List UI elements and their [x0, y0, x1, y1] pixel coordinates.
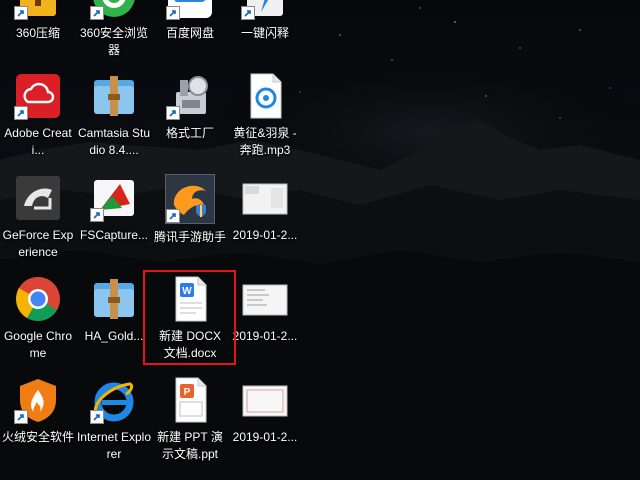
screenshot-thumbnail-icon	[241, 376, 289, 424]
creative-cloud-icon	[14, 72, 62, 120]
shortcut-arrow-icon	[90, 208, 104, 222]
desktop-icon-geforce-experience[interactable]: GeForce Experience	[0, 172, 76, 273]
desktop-icon-label: 腾讯手游助手	[153, 230, 226, 244]
shortcut-arrow-icon	[14, 6, 28, 20]
desktop-icon-label: Adobe Creati...	[4, 126, 72, 157]
desktop-icon-label: 2019-01-2...	[232, 329, 298, 343]
desktop-icon-label: 360压缩	[15, 26, 61, 40]
desktop-icon-adobe-creative-cloud[interactable]: Adobe Creati...	[0, 70, 76, 171]
shortcut-arrow-icon	[90, 410, 104, 424]
desktop-icon-label: 格式工厂	[165, 126, 214, 140]
desktop-icon-label: 360安全浏览器	[79, 26, 149, 57]
shortcut-arrow-icon	[90, 6, 104, 20]
svg-text:P: P	[184, 387, 191, 398]
shortcut-arrow-icon	[166, 106, 180, 120]
desktop-icon-screenshot-2[interactable]: 2019-01-2...	[227, 273, 303, 374]
huorong-shield-icon	[14, 376, 62, 424]
desktop-icon-label: Internet Explorer	[76, 430, 152, 461]
svg-text:W: W	[182, 286, 192, 297]
desktop-icon-label: 新建 PPT 演示文稿.ppt	[157, 430, 223, 461]
shortcut-arrow-icon	[14, 410, 28, 424]
desktop-icon-ppt-presentation[interactable]: P 新建 PPT 演示文稿.ppt	[152, 374, 228, 475]
lightning-icon	[241, 0, 289, 20]
desktop-icon-huorong-security[interactable]: 火绒安全软件	[0, 374, 76, 475]
desktop-icon-label: 2019-01-2...	[232, 228, 298, 242]
baidu-netdisk-icon	[166, 0, 214, 20]
folder-archive-icon	[90, 275, 138, 323]
shortcut-arrow-icon	[241, 6, 255, 20]
desktop-icon-tencent-game-assistant[interactable]: 腾讯手游助手	[152, 172, 228, 273]
nvidia-geforce-icon	[14, 174, 62, 222]
desktop-icon-label: 火绒安全软件	[1, 430, 74, 444]
desktop-icon-label: 2019-01-2...	[232, 430, 298, 444]
desktop-icon-360zip[interactable]: 360压缩	[0, 0, 76, 71]
desktop-icon-docx-document[interactable]: W 新建 DOCX 文档.docx	[152, 273, 228, 374]
desktop-icon-format-factory[interactable]: 格式工厂	[152, 70, 228, 171]
desktop-icon-360-browser[interactable]: 360安全浏览器	[76, 0, 152, 71]
desktop-icon-ha-gold-folder[interactable]: HA_Gold...	[76, 273, 152, 374]
screenshot-thumbnail-icon	[241, 174, 289, 222]
screenshot-thumbnail-icon	[241, 275, 289, 323]
desktop-icon-internet-explorer[interactable]: Internet Explorer	[76, 374, 152, 475]
desktop-icon-google-chrome[interactable]: Google Chrome	[0, 273, 76, 374]
desktop-icon-label: HA_Gold...	[84, 329, 144, 343]
desktop-icon-camtasia-folder[interactable]: Camtasia Studio 8.4....	[76, 70, 152, 171]
tencent-game-assistant-icon	[165, 174, 215, 224]
chrome-icon	[14, 275, 62, 323]
ppt-file-icon: P	[166, 376, 214, 424]
zip-archive-icon	[14, 0, 62, 20]
shortcut-arrow-icon	[166, 209, 180, 223]
desktop-icon-screenshot-3[interactable]: 2019-01-2...	[227, 374, 303, 475]
desktop-icon-label: Google Chrome	[3, 329, 73, 360]
desktop-icon-baidu-netdisk[interactable]: 百度网盘	[152, 0, 228, 71]
docx-file-icon: W	[166, 275, 214, 323]
desktop-icon-fscapture[interactable]: FSCapture...	[76, 172, 152, 273]
shortcut-arrow-icon	[166, 6, 180, 20]
desktop-icon-label: 新建 DOCX 文档.docx	[158, 329, 221, 360]
desktop-icon-mp3-file[interactable]: 黄征&羽泉 - 奔跑.mp3	[227, 70, 303, 171]
desktop-icon-yijian-shanshi[interactable]: 一键闪释	[227, 0, 303, 71]
folder-archive-icon	[90, 72, 138, 120]
internet-explorer-icon	[90, 376, 138, 424]
format-factory-icon	[166, 72, 214, 120]
desktop-icon-label: 黄征&羽泉 - 奔跑.mp3	[233, 126, 297, 157]
faststone-capture-icon	[90, 174, 138, 222]
browser-360-icon	[90, 0, 138, 20]
audio-file-icon	[241, 72, 289, 120]
desktop-icon-label: GeForce Experience	[2, 228, 74, 259]
shortcut-arrow-icon	[14, 106, 28, 120]
desktop-icon-label: FSCapture...	[79, 228, 149, 242]
desktop-icon-label: 一键闪释	[240, 26, 289, 40]
desktop-icon-screenshot-1[interactable]: 2019-01-2...	[227, 172, 303, 273]
desktop-icon-label: Camtasia Studio 8.4....	[77, 126, 151, 157]
desktop-icon-label: 百度网盘	[165, 26, 214, 40]
